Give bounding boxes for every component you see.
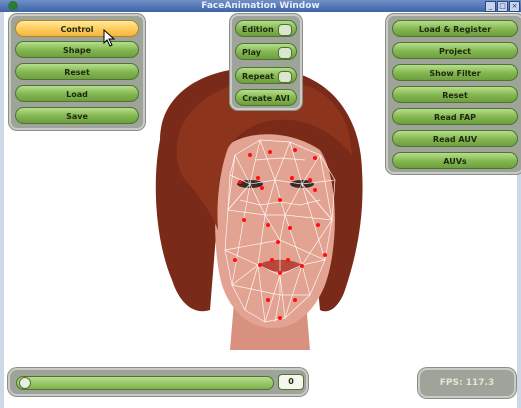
window-frame-left bbox=[0, 12, 4, 408]
play-label: Play bbox=[242, 48, 261, 57]
window-title: FaceAnimation Window bbox=[201, 1, 320, 11]
fps-indicator: FPS: 117.3 bbox=[418, 368, 516, 398]
close-icon[interactable]: × bbox=[509, 1, 520, 12]
feature-point bbox=[266, 223, 270, 227]
left-control-panel: Control Shape Reset Load Save bbox=[9, 14, 145, 130]
feature-point bbox=[300, 264, 304, 268]
play-checkbox[interactable] bbox=[278, 47, 292, 59]
feature-point bbox=[278, 271, 282, 275]
repeat-toggle[interactable]: Repeat bbox=[235, 67, 297, 84]
feature-point bbox=[290, 176, 294, 180]
mouse-cursor-icon bbox=[103, 29, 116, 47]
reset-right-button[interactable]: Reset bbox=[392, 86, 518, 103]
feature-point bbox=[288, 226, 292, 230]
create-avi-button[interactable]: Create AVI bbox=[235, 89, 297, 106]
repeat-label: Repeat bbox=[242, 72, 274, 81]
project-button[interactable]: Project bbox=[392, 42, 518, 59]
load-button[interactable]: Load bbox=[15, 85, 139, 102]
feature-point bbox=[278, 316, 282, 320]
feature-point bbox=[270, 258, 274, 262]
feature-point bbox=[238, 180, 242, 184]
timeline-slider[interactable] bbox=[16, 376, 274, 390]
read-fap-button[interactable]: Read FAP bbox=[392, 108, 518, 125]
feature-point bbox=[260, 186, 264, 190]
feature-point bbox=[286, 258, 290, 262]
feature-point bbox=[242, 218, 246, 222]
control-button[interactable]: Control bbox=[15, 20, 139, 37]
feature-point bbox=[266, 298, 270, 302]
timeline-panel: 0 bbox=[8, 368, 308, 396]
feature-point bbox=[293, 298, 297, 302]
play-toggle[interactable]: Play bbox=[235, 43, 297, 60]
minimize-icon[interactable]: _ bbox=[485, 1, 496, 12]
feature-point bbox=[308, 178, 312, 182]
read-auv-button[interactable]: Read AUV bbox=[392, 130, 518, 147]
playback-panel: Edition Play Repeat Create AVI bbox=[230, 14, 302, 110]
save-button[interactable]: Save bbox=[15, 107, 139, 124]
auvs-button[interactable]: AUVs bbox=[392, 152, 518, 169]
feature-point bbox=[316, 223, 320, 227]
feature-point bbox=[248, 153, 252, 157]
feature-point bbox=[258, 263, 262, 267]
frame-number-field[interactable]: 0 bbox=[278, 374, 304, 390]
feature-point bbox=[256, 176, 260, 180]
feature-point bbox=[323, 253, 327, 257]
edition-checkbox[interactable] bbox=[278, 24, 292, 36]
edition-toggle[interactable]: Edition bbox=[235, 20, 297, 37]
feature-point bbox=[293, 148, 297, 152]
slider-handle[interactable] bbox=[19, 377, 31, 389]
feature-point bbox=[313, 156, 317, 160]
feature-point bbox=[268, 150, 272, 154]
feature-point bbox=[278, 198, 282, 202]
feature-point bbox=[233, 258, 237, 262]
feature-point bbox=[276, 240, 280, 244]
feature-point bbox=[313, 188, 317, 192]
edition-label: Edition bbox=[242, 25, 274, 34]
load-register-button[interactable]: Load & Register bbox=[392, 20, 518, 37]
right-tools-panel: Load & Register Project Show Filter Rese… bbox=[386, 14, 521, 174]
reset-button[interactable]: Reset bbox=[15, 63, 139, 80]
maximize-icon[interactable]: □ bbox=[497, 1, 508, 12]
title-bar[interactable]: FaceAnimation Window _ □ × bbox=[0, 0, 521, 12]
shape-button[interactable]: Shape bbox=[15, 41, 139, 58]
repeat-checkbox[interactable] bbox=[278, 71, 292, 83]
show-filter-button[interactable]: Show Filter bbox=[392, 64, 518, 81]
